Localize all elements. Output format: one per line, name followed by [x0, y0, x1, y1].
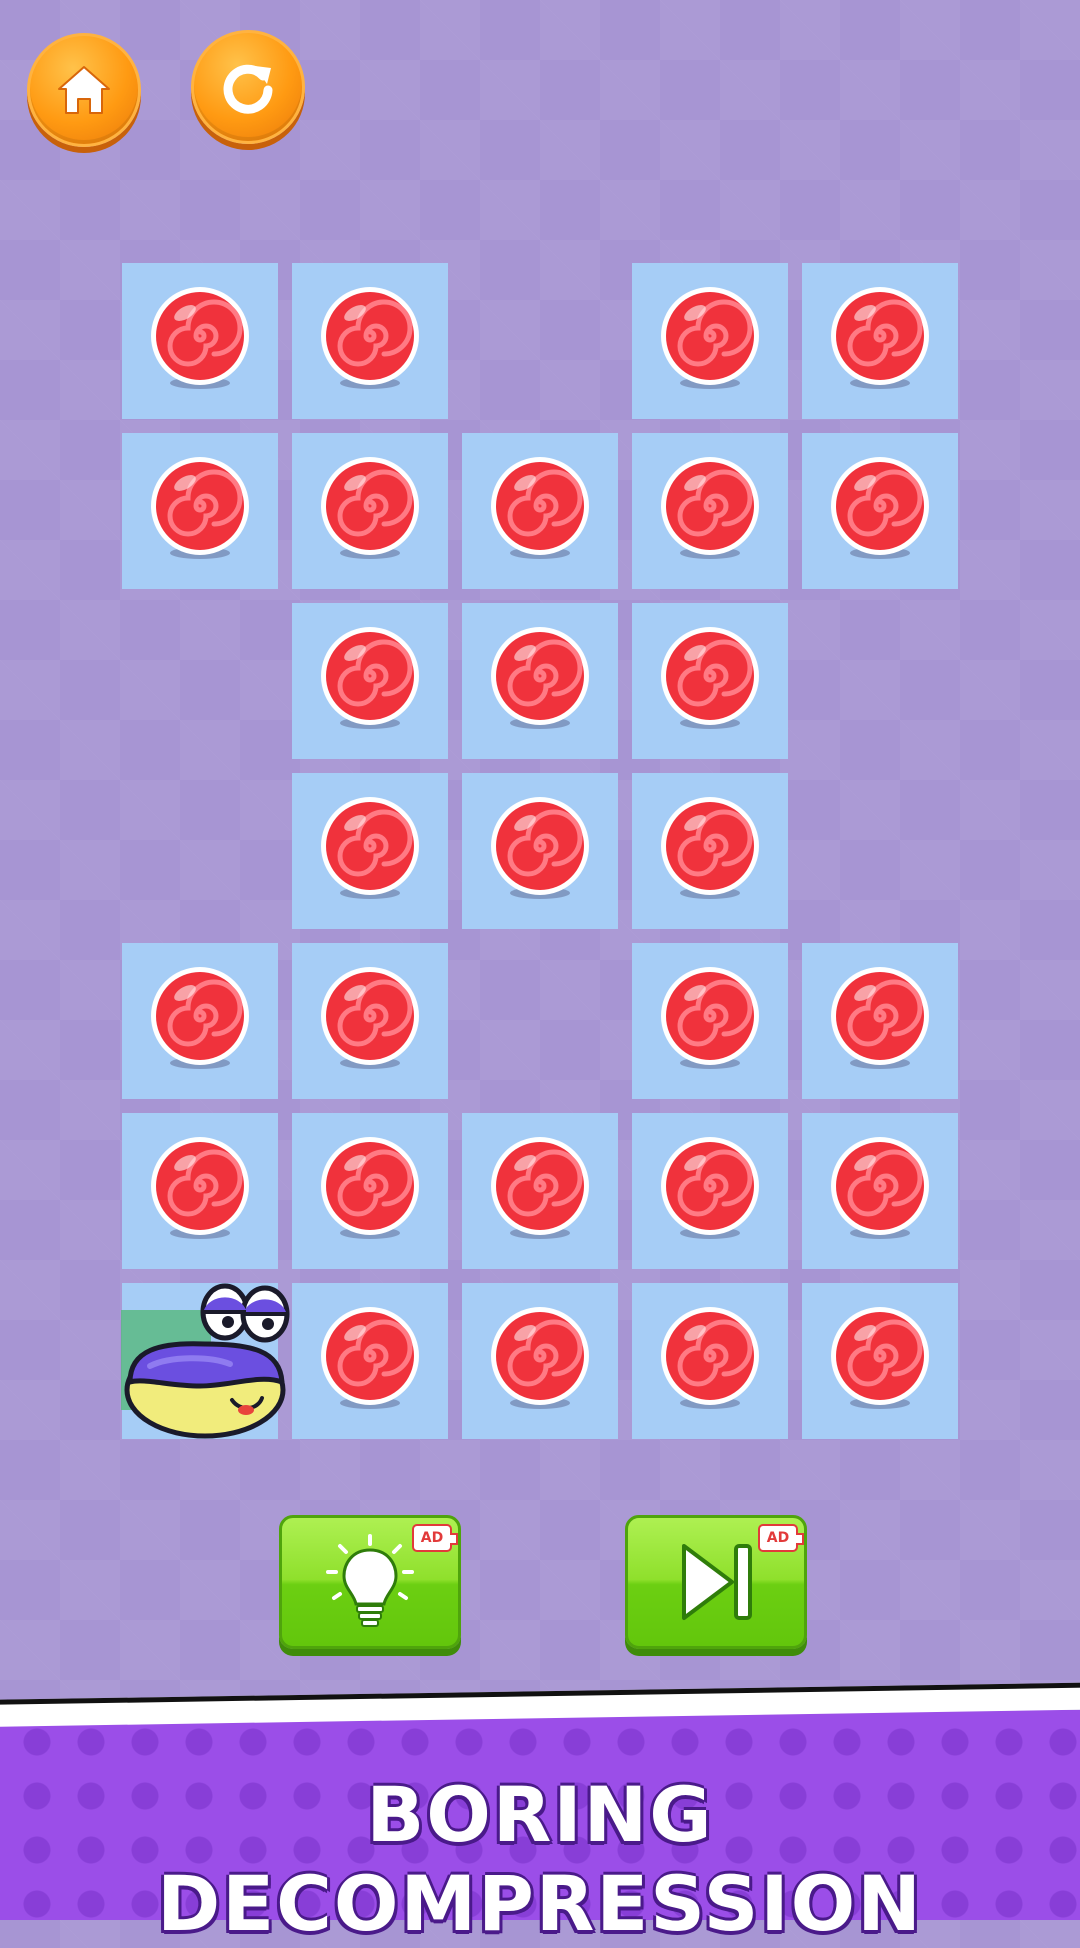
candy-tile[interactable]	[632, 1113, 788, 1269]
candy-tile[interactable]	[802, 943, 958, 1099]
candy-icon	[491, 1307, 589, 1409]
candy-tile[interactable]	[802, 263, 958, 419]
empty-cell	[802, 773, 958, 929]
candy-tile[interactable]	[632, 603, 788, 759]
candy-tile[interactable]	[802, 433, 958, 589]
candy-icon	[831, 967, 929, 1069]
candy-tile[interactable]	[122, 943, 278, 1099]
candy-icon	[661, 1137, 759, 1239]
candy-icon	[321, 627, 419, 729]
banner-title: BORING DECOMPRESSION	[157, 1770, 923, 1948]
candy-icon	[661, 797, 759, 899]
empty-cell	[122, 603, 278, 759]
candy-icon	[491, 627, 589, 729]
candy-icon	[831, 287, 929, 389]
candy-tile[interactable]	[462, 1113, 618, 1269]
ad-badge: AD	[758, 1524, 804, 1552]
hint-button[interactable]: AD	[279, 1515, 461, 1649]
candy-tile[interactable]	[292, 263, 448, 419]
candy-tile[interactable]	[292, 943, 448, 1099]
candy-tile[interactable]	[122, 433, 278, 589]
candy-icon	[661, 457, 759, 559]
candy-icon	[151, 1137, 249, 1239]
candy-tile[interactable]	[462, 603, 618, 759]
candy-tile[interactable]	[122, 1113, 278, 1269]
candy-tile[interactable]	[632, 433, 788, 589]
candy-icon	[491, 1137, 589, 1239]
candy-tile[interactable]	[632, 943, 788, 1099]
candy-icon	[831, 1137, 929, 1239]
candy-icon	[321, 287, 419, 389]
candy-tile[interactable]	[802, 1113, 958, 1269]
candy-icon	[321, 1307, 419, 1409]
candy-tile[interactable]	[632, 263, 788, 419]
empty-cell	[122, 773, 278, 929]
candy-icon	[661, 627, 759, 729]
candy-icon	[321, 457, 419, 559]
candy-icon	[321, 967, 419, 1069]
candy-icon	[831, 457, 929, 559]
candy-icon	[491, 457, 589, 559]
candy-tile[interactable]	[462, 1283, 618, 1439]
candy-icon	[661, 967, 759, 1069]
candy-icon	[151, 967, 249, 1069]
candy-tile[interactable]	[292, 1283, 448, 1439]
skip-icon	[682, 1544, 752, 1620]
candy-icon	[661, 1307, 759, 1409]
candy-icon	[151, 287, 249, 389]
lightbulb-icon	[326, 1534, 414, 1627]
game-board	[0, 0, 1080, 1440]
candy-tile[interactable]	[632, 773, 788, 929]
candy-tile[interactable]	[462, 433, 618, 589]
candy-tile[interactable]	[802, 1283, 958, 1439]
skip-level-button[interactable]: AD	[625, 1515, 807, 1649]
candy-icon	[321, 1137, 419, 1239]
candy-tile[interactable]	[292, 433, 448, 589]
candy-tile[interactable]	[292, 773, 448, 929]
empty-cell	[462, 943, 618, 1099]
ad-badge: AD	[412, 1524, 458, 1552]
candy-tile[interactable]	[632, 1283, 788, 1439]
candy-icon	[661, 287, 759, 389]
candy-icon	[831, 1307, 929, 1409]
candy-icon	[151, 457, 249, 559]
candy-icon	[321, 797, 419, 899]
empty-cell	[802, 603, 958, 759]
candy-tile[interactable]	[292, 603, 448, 759]
candy-icon	[491, 797, 589, 899]
player-worm[interactable]	[120, 1282, 295, 1442]
empty-cell	[462, 263, 618, 419]
candy-tile[interactable]	[292, 1113, 448, 1269]
candy-tile[interactable]	[462, 773, 618, 929]
candy-tile[interactable]	[122, 263, 278, 419]
